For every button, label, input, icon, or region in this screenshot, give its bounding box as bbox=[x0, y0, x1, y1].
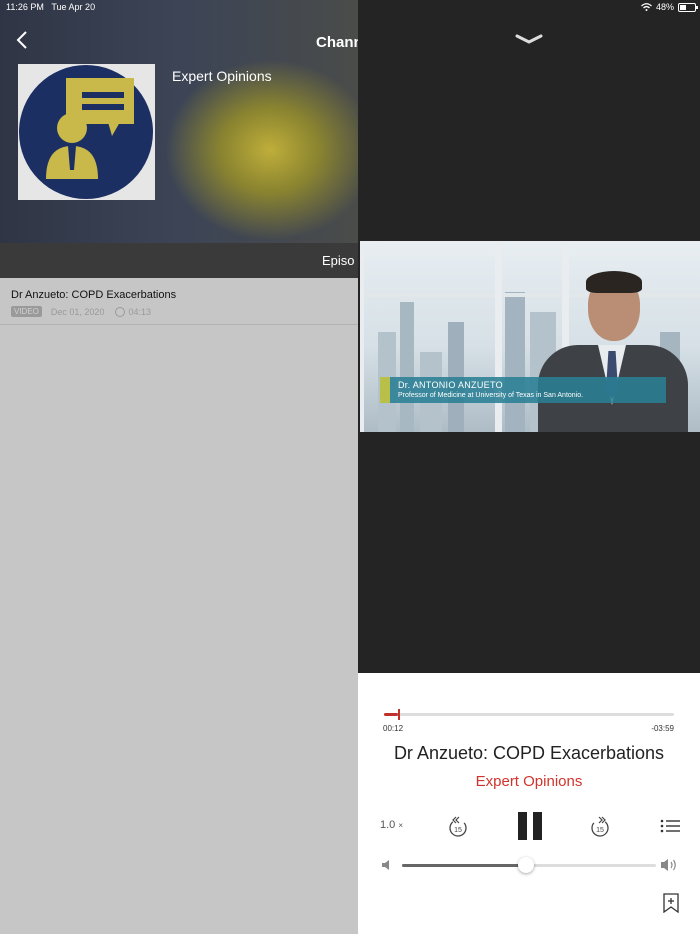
caption-accent bbox=[380, 377, 390, 403]
speaker-hair bbox=[586, 271, 642, 293]
progress-slider[interactable] bbox=[384, 709, 674, 720]
channel-header: Chann Expert Opinions bbox=[0, 0, 358, 243]
remaining-time: -03:59 bbox=[651, 724, 674, 733]
skip-back-label: 15 bbox=[454, 827, 462, 834]
channel-panel: Chann Expert Opinions Episo Dr Anzueto: … bbox=[0, 0, 358, 934]
player-controls: 00:12 -03:59 Dr Anzueto: COPD Exacerbati… bbox=[358, 673, 700, 934]
bg-building bbox=[400, 302, 414, 432]
caption-role: Professor of Medicine at University of T… bbox=[398, 392, 584, 399]
bookmark-add-icon[interactable] bbox=[663, 893, 679, 913]
battery-icon bbox=[678, 2, 698, 12]
skip-forward-icon[interactable]: 15 bbox=[589, 815, 611, 839]
pause-icon[interactable] bbox=[517, 812, 543, 840]
status-bar: 11:26 PM Tue Apr 20 48% bbox=[0, 0, 700, 14]
playback-speed-button[interactable]: 1.0 × bbox=[380, 819, 403, 831]
episode-meta: VIDEO Dec 01, 2020 04:13 bbox=[11, 306, 151, 317]
speed-value: 1.0 bbox=[380, 819, 396, 831]
speed-unit: × bbox=[398, 821, 404, 830]
volume-knob[interactable] bbox=[518, 857, 535, 873]
playlist-icon[interactable] bbox=[660, 819, 680, 833]
chevron-down-icon[interactable] bbox=[515, 34, 543, 44]
window-frame bbox=[360, 293, 700, 297]
window-frame bbox=[360, 241, 364, 432]
episode-title: Dr Anzueto: COPD Exacerbations bbox=[11, 289, 177, 301]
video-player[interactable]: Dr. ANTONIO ANZUETO Professor of Medicin… bbox=[360, 241, 700, 432]
progress-fill bbox=[384, 713, 398, 716]
page-title: Chann bbox=[316, 34, 358, 51]
volume-fill bbox=[402, 864, 527, 867]
episode-duration: 04:13 bbox=[128, 306, 151, 317]
episode-date: Dec 01, 2020 bbox=[50, 306, 105, 317]
status-right: 48% bbox=[641, 2, 698, 12]
now-playing-title: Dr Anzueto: COPD Exacerbations bbox=[393, 743, 665, 763]
wifi-icon bbox=[641, 3, 652, 11]
back-chevron-icon[interactable] bbox=[16, 30, 28, 50]
window-frame bbox=[495, 241, 502, 432]
now-playing-panel: Dr. ANTONIO ANZUETO Professor of Medicin… bbox=[358, 0, 700, 934]
battery-percent: 48% bbox=[655, 2, 674, 12]
volume-high-icon bbox=[661, 859, 676, 871]
clock-icon bbox=[115, 306, 126, 317]
progress-knob[interactable] bbox=[397, 709, 400, 720]
caption-name: Dr. ANTONIO ANZUETO bbox=[398, 380, 503, 390]
status-time: 11:26 PM Tue Apr 20 bbox=[6, 2, 96, 12]
skip-back-icon[interactable]: 15 bbox=[447, 815, 469, 839]
channel-logo bbox=[18, 64, 155, 200]
bg-building bbox=[505, 292, 525, 432]
tab-bar: Episo bbox=[0, 243, 358, 278]
lower-third-caption: Dr. ANTONIO ANZUETO Professor of Medicin… bbox=[380, 377, 666, 403]
volume-slider[interactable] bbox=[402, 857, 656, 873]
tab-episodes[interactable]: Episo bbox=[322, 253, 355, 268]
video-badge: VIDEO bbox=[11, 306, 42, 317]
elapsed-time: 00:12 bbox=[383, 724, 404, 733]
list-item[interactable]: Dr Anzueto: COPD Exacerbations VIDEO Dec… bbox=[0, 278, 358, 325]
channel-name: Expert Opinions bbox=[172, 68, 272, 84]
expert-speaker-icon bbox=[19, 65, 153, 199]
skip-forward-label: 15 bbox=[596, 827, 604, 834]
now-playing-channel[interactable]: Expert Opinions bbox=[358, 773, 700, 790]
volume-low-icon bbox=[382, 860, 389, 870]
